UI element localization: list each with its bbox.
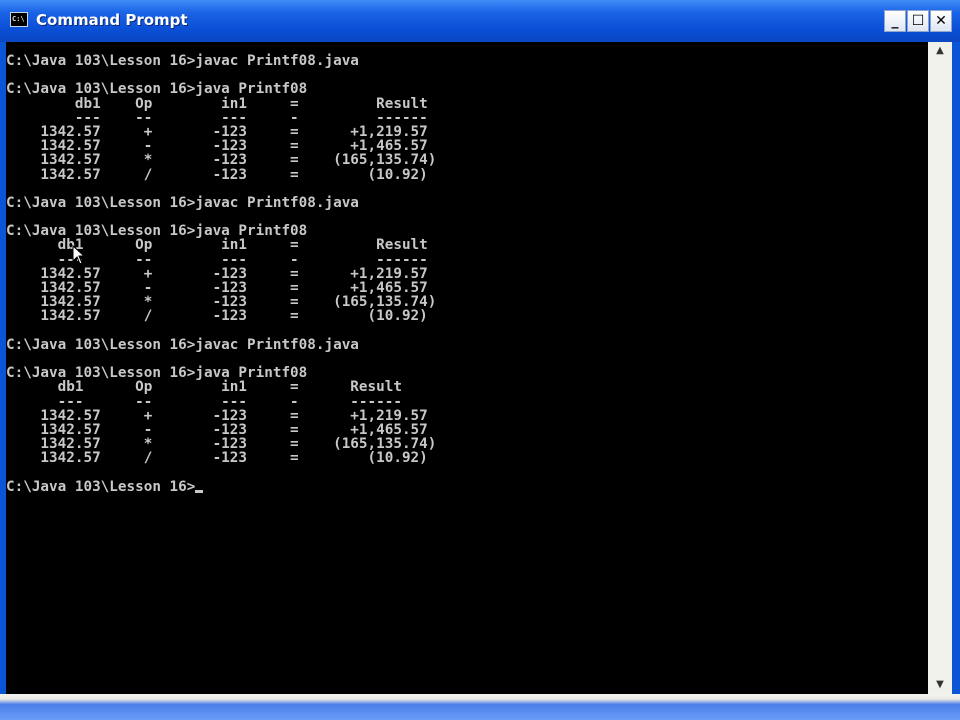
- console-line: C:\Java 103\Lesson 16>javac Printf08.jav…: [6, 194, 359, 211]
- console-line: C:\Java 103\Lesson 16>java Printf08: [6, 223, 308, 240]
- console-line: --- -- --- - ------: [6, 109, 428, 126]
- prompt-text: C:\Java 103\Lesson 16>: [6, 478, 196, 495]
- console-line: C:\Java 103\Lesson 16>javac Printf08.jav…: [6, 53, 359, 69]
- console-line: 1342.57 - -123 = +1,465.57: [6, 280, 428, 296]
- console-line: 1342.57 * -123 = (165,135.74): [6, 294, 437, 311]
- console-icon[interactable]: C:\: [10, 12, 28, 27]
- prompt-line[interactable]: C:\Java 103\Lesson 16>: [6, 478, 928, 495]
- console-line: 1342.57 * -123 = (165,135.74): [6, 152, 437, 169]
- console-line: db1 Op in1 = Result: [6, 379, 402, 396]
- console-line: 1342.57 / -123 = (10.92): [6, 166, 428, 183]
- text-cursor: [195, 489, 204, 493]
- console-line: 1342.57 + -123 = +1,219.57: [6, 407, 428, 424]
- console-line: 1342.57 - -123 = +1,465.57: [6, 421, 428, 438]
- console-line: db1 Op in1 = Result: [6, 237, 428, 254]
- scroll-down-arrow-icon[interactable]: ▼: [930, 676, 950, 694]
- close-button[interactable]: ✕: [930, 10, 952, 32]
- console-line: 1342.57 + -123 = +1,219.57: [6, 123, 428, 140]
- console-line: --- -- --- - ------: [6, 251, 428, 268]
- command-prompt-window: C:\ Command Prompt _ ☐ ✕ C:\Java 103\Les…: [0, 0, 960, 720]
- window-title: Command Prompt: [36, 11, 188, 29]
- console-line: 1342.57 + -123 = +1,219.57: [6, 265, 428, 282]
- console-line: 1342.57 / -123 = (10.92): [6, 450, 428, 467]
- title-bar[interactable]: C:\ Command Prompt _ ☐ ✕: [0, 0, 960, 42]
- console-line: C:\Java 103\Lesson 16>java Printf08: [6, 365, 308, 382]
- mouse-pointer-icon: [72, 245, 86, 265]
- scroll-up-arrow-icon[interactable]: ▲: [930, 42, 950, 60]
- console-line: C:\Java 103\Lesson 16>javac Printf08.jav…: [6, 336, 359, 353]
- scroll-thumb[interactable]: [929, 62, 951, 194]
- window-bottom-border: [0, 694, 960, 720]
- console-line: C:\Java 103\Lesson 16>java Printf08: [6, 81, 308, 98]
- console-line: 1342.57 * -123 = (165,135.74): [6, 436, 437, 453]
- console-line: 1342.57 / -123 = (10.92): [6, 308, 428, 325]
- maximize-button[interactable]: ☐: [907, 10, 929, 32]
- vertical-scrollbar[interactable]: ▲ ▼: [928, 42, 952, 694]
- console-output[interactable]: C:\Java 103\Lesson 16>javac Printf08.jav…: [6, 42, 928, 694]
- minimize-button[interactable]: _: [884, 10, 906, 32]
- console-line: --- -- --- - ------: [6, 393, 402, 410]
- console-line: 1342.57 - -123 = +1,465.57: [6, 138, 428, 155]
- console-text: C:\Java 103\Lesson 16>javac Printf08.jav…: [6, 42, 928, 494]
- console-line: db1 Op in1 = Result: [6, 95, 428, 112]
